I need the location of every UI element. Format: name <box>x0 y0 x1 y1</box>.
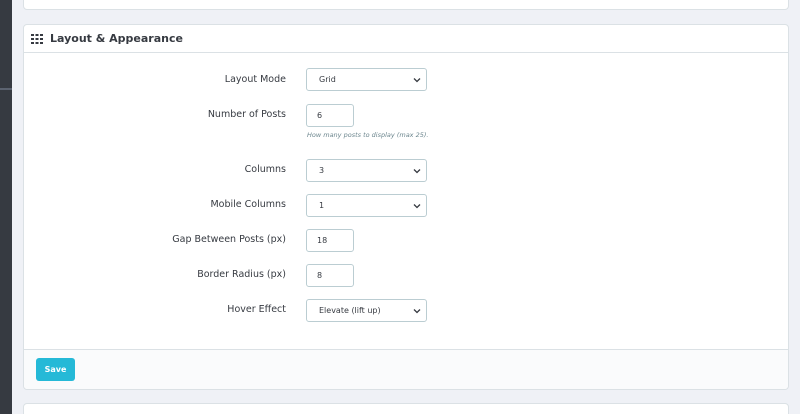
number-of-posts-input[interactable]: 6 <box>306 104 354 127</box>
mobile-columns-value: 1 <box>319 201 325 210</box>
left-sidebar-rail <box>0 0 12 414</box>
chevron-down-icon <box>413 309 421 314</box>
columns-value: 3 <box>319 166 325 175</box>
previous-panel <box>23 0 789 10</box>
rail-divider <box>0 88 12 90</box>
number-of-posts-label: Number of Posts <box>207 109 286 120</box>
layout-mode-label: Layout Mode <box>224 74 286 85</box>
panel-footer: Save <box>24 349 788 389</box>
border-radius-input[interactable]: 8 <box>306 264 354 287</box>
columns-select[interactable]: 3 <box>306 159 427 182</box>
hover-effect-label: Hover Effect <box>227 304 286 315</box>
layout-mode-value: Grid <box>319 75 336 84</box>
chevron-down-icon <box>413 169 421 174</box>
chevron-down-icon <box>413 78 421 83</box>
panel-title: Layout & Appearance <box>50 32 183 45</box>
hover-effect-select[interactable]: Elevate (lift up) <box>306 299 427 322</box>
save-button[interactable]: Save <box>36 358 75 381</box>
mobile-columns-label: Mobile Columns <box>210 199 286 210</box>
columns-label: Columns <box>244 164 286 175</box>
number-of-posts-help: How many posts to display (max 25). <box>307 131 429 139</box>
panel-heading: Layout & Appearance <box>24 25 788 53</box>
hover-effect-value: Elevate (lift up) <box>319 306 381 315</box>
next-panel <box>23 403 789 414</box>
layout-appearance-panel: Layout & Appearance Layout Mode Grid Num… <box>23 24 789 390</box>
grid-icon <box>31 33 43 44</box>
border-radius-label: Border Radius (px) <box>197 269 286 280</box>
gap-value: 18 <box>317 236 328 245</box>
mobile-columns-select[interactable]: 1 <box>306 194 427 217</box>
gap-label: Gap Between Posts (px) <box>172 234 286 245</box>
layout-mode-select[interactable]: Grid <box>306 68 427 91</box>
chevron-down-icon <box>413 204 421 209</box>
border-radius-value: 8 <box>317 271 323 280</box>
number-of-posts-value: 6 <box>317 111 323 120</box>
gap-input[interactable]: 18 <box>306 229 354 252</box>
